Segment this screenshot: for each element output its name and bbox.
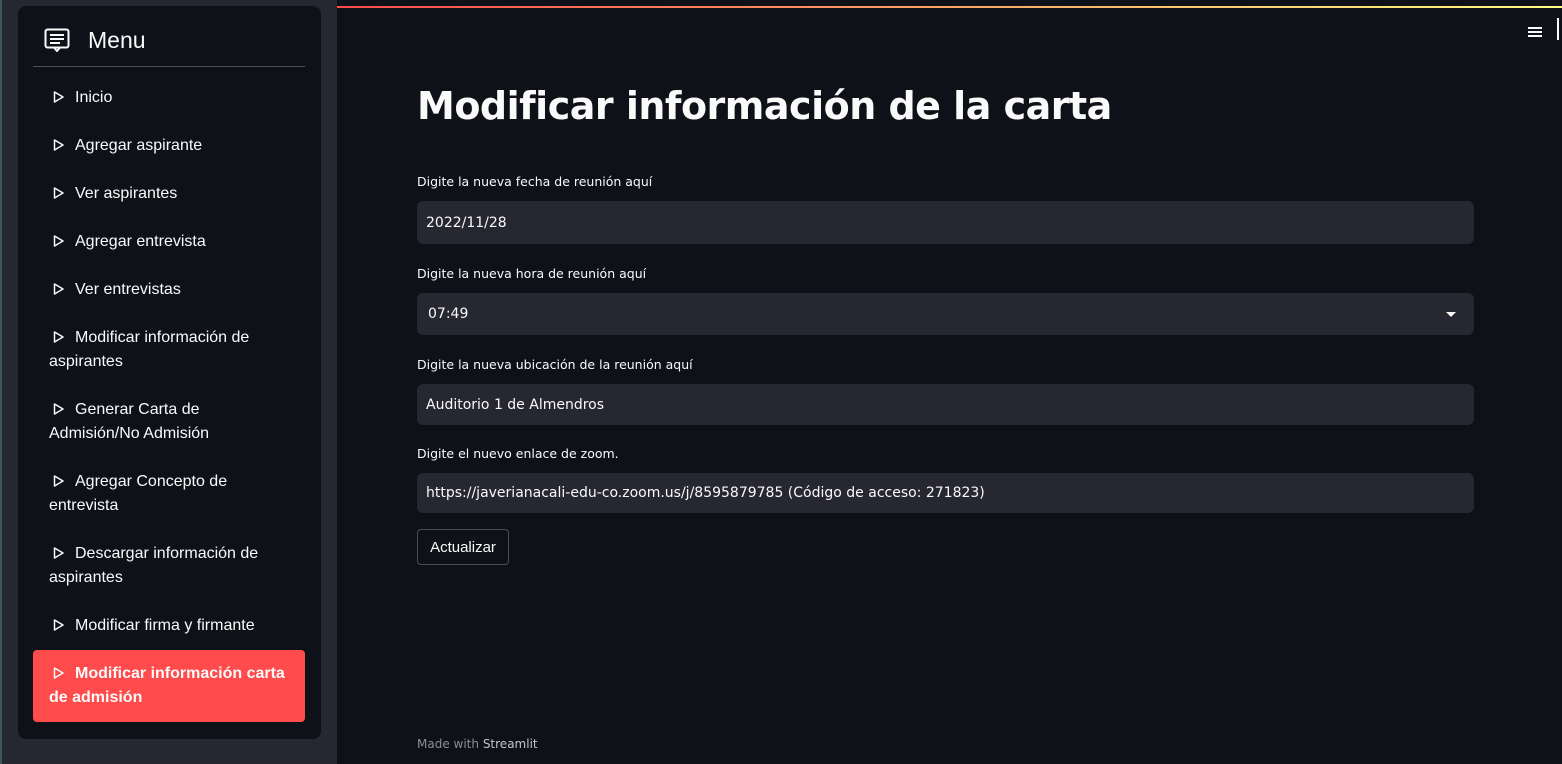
sidebar-item-label: Inicio [75, 89, 113, 106]
sidebar-item-label: Agregar Concepto de entrevista [49, 473, 228, 514]
location-input[interactable] [417, 384, 1474, 425]
sidebar-item-ver-entrevistas[interactable]: Ver entrevistas [33, 266, 305, 314]
play-icon [53, 187, 64, 199]
update-button[interactable]: Actualizar [417, 529, 509, 565]
sidebar-item-descargar-informacion[interactable]: Descargar información de aspirantes [33, 530, 305, 602]
sidebar-item-label: Ver aspirantes [75, 185, 178, 202]
play-icon [53, 547, 64, 559]
sidebar-item-agregar-concepto[interactable]: Agregar Concepto de entrevista [33, 458, 305, 530]
sidebar-item-generar-carta[interactable]: Generar Carta de Admisión/No Admisión [33, 386, 305, 458]
zoom-link-input[interactable] [417, 473, 1474, 513]
sidebar-item-modificar-aspirantes[interactable]: Modificar información de aspirantes [33, 314, 305, 386]
sidebar-item-label: Modificar información carta de admisión [49, 665, 285, 706]
sidebar-item-agregar-entrevista[interactable]: Agregar entrevista [33, 218, 305, 266]
sidebar-item-label: Descargar información de aspirantes [49, 545, 259, 586]
sidebar-item-ver-aspirantes[interactable]: Ver aspirantes [33, 170, 305, 218]
time-field-label: Digite la nueva hora de reunión aquí [417, 266, 647, 281]
sidebar-item-inicio[interactable]: Inicio [33, 74, 305, 122]
time-select[interactable]: 07:49 [417, 293, 1474, 335]
zoom-field-label: Digite el nuevo enlace de zoom. [417, 446, 619, 461]
sidebar-item-agregar-aspirante[interactable]: Agregar aspirante [33, 122, 305, 170]
window-edge-right [1557, 18, 1559, 40]
date-field-label: Digite la nueva fecha de reunión aquí [417, 174, 653, 189]
sidebar-header: Menu [44, 26, 146, 54]
play-icon [53, 331, 64, 343]
sidebar-item-label: Agregar entrevista [75, 233, 206, 250]
location-field-label: Digite la nueva ubicación de la reunión … [417, 357, 693, 372]
time-select-value: 07:49 [428, 306, 469, 322]
date-input[interactable] [417, 201, 1474, 244]
sidebar-item-label: Modificar firma y firmante [75, 617, 255, 634]
play-icon [53, 235, 64, 247]
sidebar-item-modificar-carta[interactable]: Modificar información carta de admisión [33, 650, 305, 722]
sidebar-item-label: Agregar aspirante [75, 137, 203, 154]
play-icon [53, 667, 64, 679]
page-title: Modificar información de la carta [417, 84, 1112, 128]
play-icon [53, 139, 64, 151]
sidebar-item-modificar-firma[interactable]: Modificar firma y firmante [33, 602, 305, 650]
footer: Made with Streamlit [417, 737, 538, 751]
menu-card-icon [44, 28, 70, 52]
footer-brand-link[interactable]: Streamlit [483, 737, 538, 751]
sidebar-item-label: Ver entrevistas [75, 281, 181, 298]
sidebar-divider [33, 66, 305, 67]
footer-prefix: Made with [417, 737, 479, 751]
window-edge [0, 0, 2, 764]
top-decoration-bar [337, 6, 1562, 8]
sidebar-nav: Inicio Agregar aspirante Ver aspirantes … [33, 74, 305, 722]
play-icon [53, 283, 64, 295]
play-icon [53, 475, 64, 487]
play-icon [53, 403, 64, 415]
chevron-down-icon [1446, 312, 1456, 317]
hamburger-menu-icon[interactable] [1526, 24, 1546, 40]
play-icon [53, 619, 64, 631]
sidebar-item-label: Modificar información de aspirantes [49, 329, 250, 370]
play-icon [53, 91, 64, 103]
sidebar-title: Menu [88, 26, 146, 53]
